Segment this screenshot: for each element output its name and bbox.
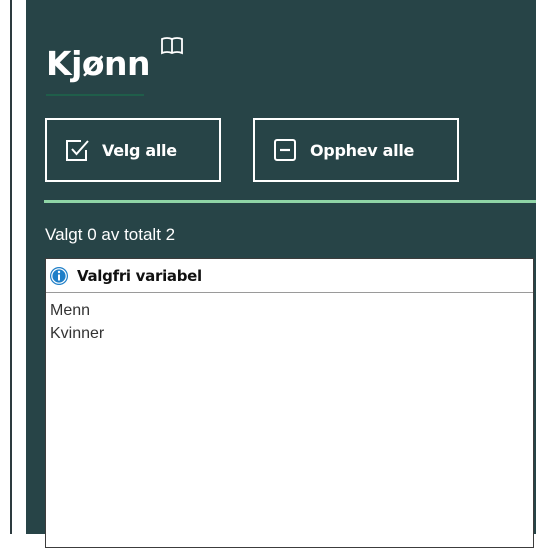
variable-panel: Kjønn Velg alle Opphev alle Valgt 0 av t…: [26, 0, 536, 548]
left-gutter: [0, 0, 10, 534]
title-underline: [46, 94, 144, 96]
deselect-all-button[interactable]: Opphev alle: [253, 118, 459, 182]
list-header: Valgfri variabel: [46, 259, 533, 293]
select-all-label: Velg alle: [102, 140, 177, 160]
list-item-kvinner[interactable]: Kvinner: [50, 322, 104, 345]
variable-title: Kjønn: [46, 44, 151, 83]
deselect-all-label: Opphev alle: [310, 140, 415, 160]
minus-box-icon: [274, 139, 296, 161]
selection-count: Valgt 0 av totalt 2: [45, 225, 176, 244]
book-open-icon[interactable]: [160, 36, 184, 56]
list-items: Menn Kvinner: [50, 299, 104, 345]
info-icon[interactable]: [49, 266, 69, 286]
list-item-menn[interactable]: Menn: [50, 299, 104, 322]
select-all-button[interactable]: Velg alle: [45, 118, 221, 182]
title-row: Kjønn: [46, 37, 184, 86]
value-list[interactable]: Valgfri variabel Menn Kvinner: [45, 258, 534, 548]
accent-divider: [44, 200, 536, 203]
panel-gap: [12, 0, 26, 534]
list-header-label: Valgfri variabel: [77, 266, 202, 285]
checkbox-icon: [66, 140, 89, 161]
